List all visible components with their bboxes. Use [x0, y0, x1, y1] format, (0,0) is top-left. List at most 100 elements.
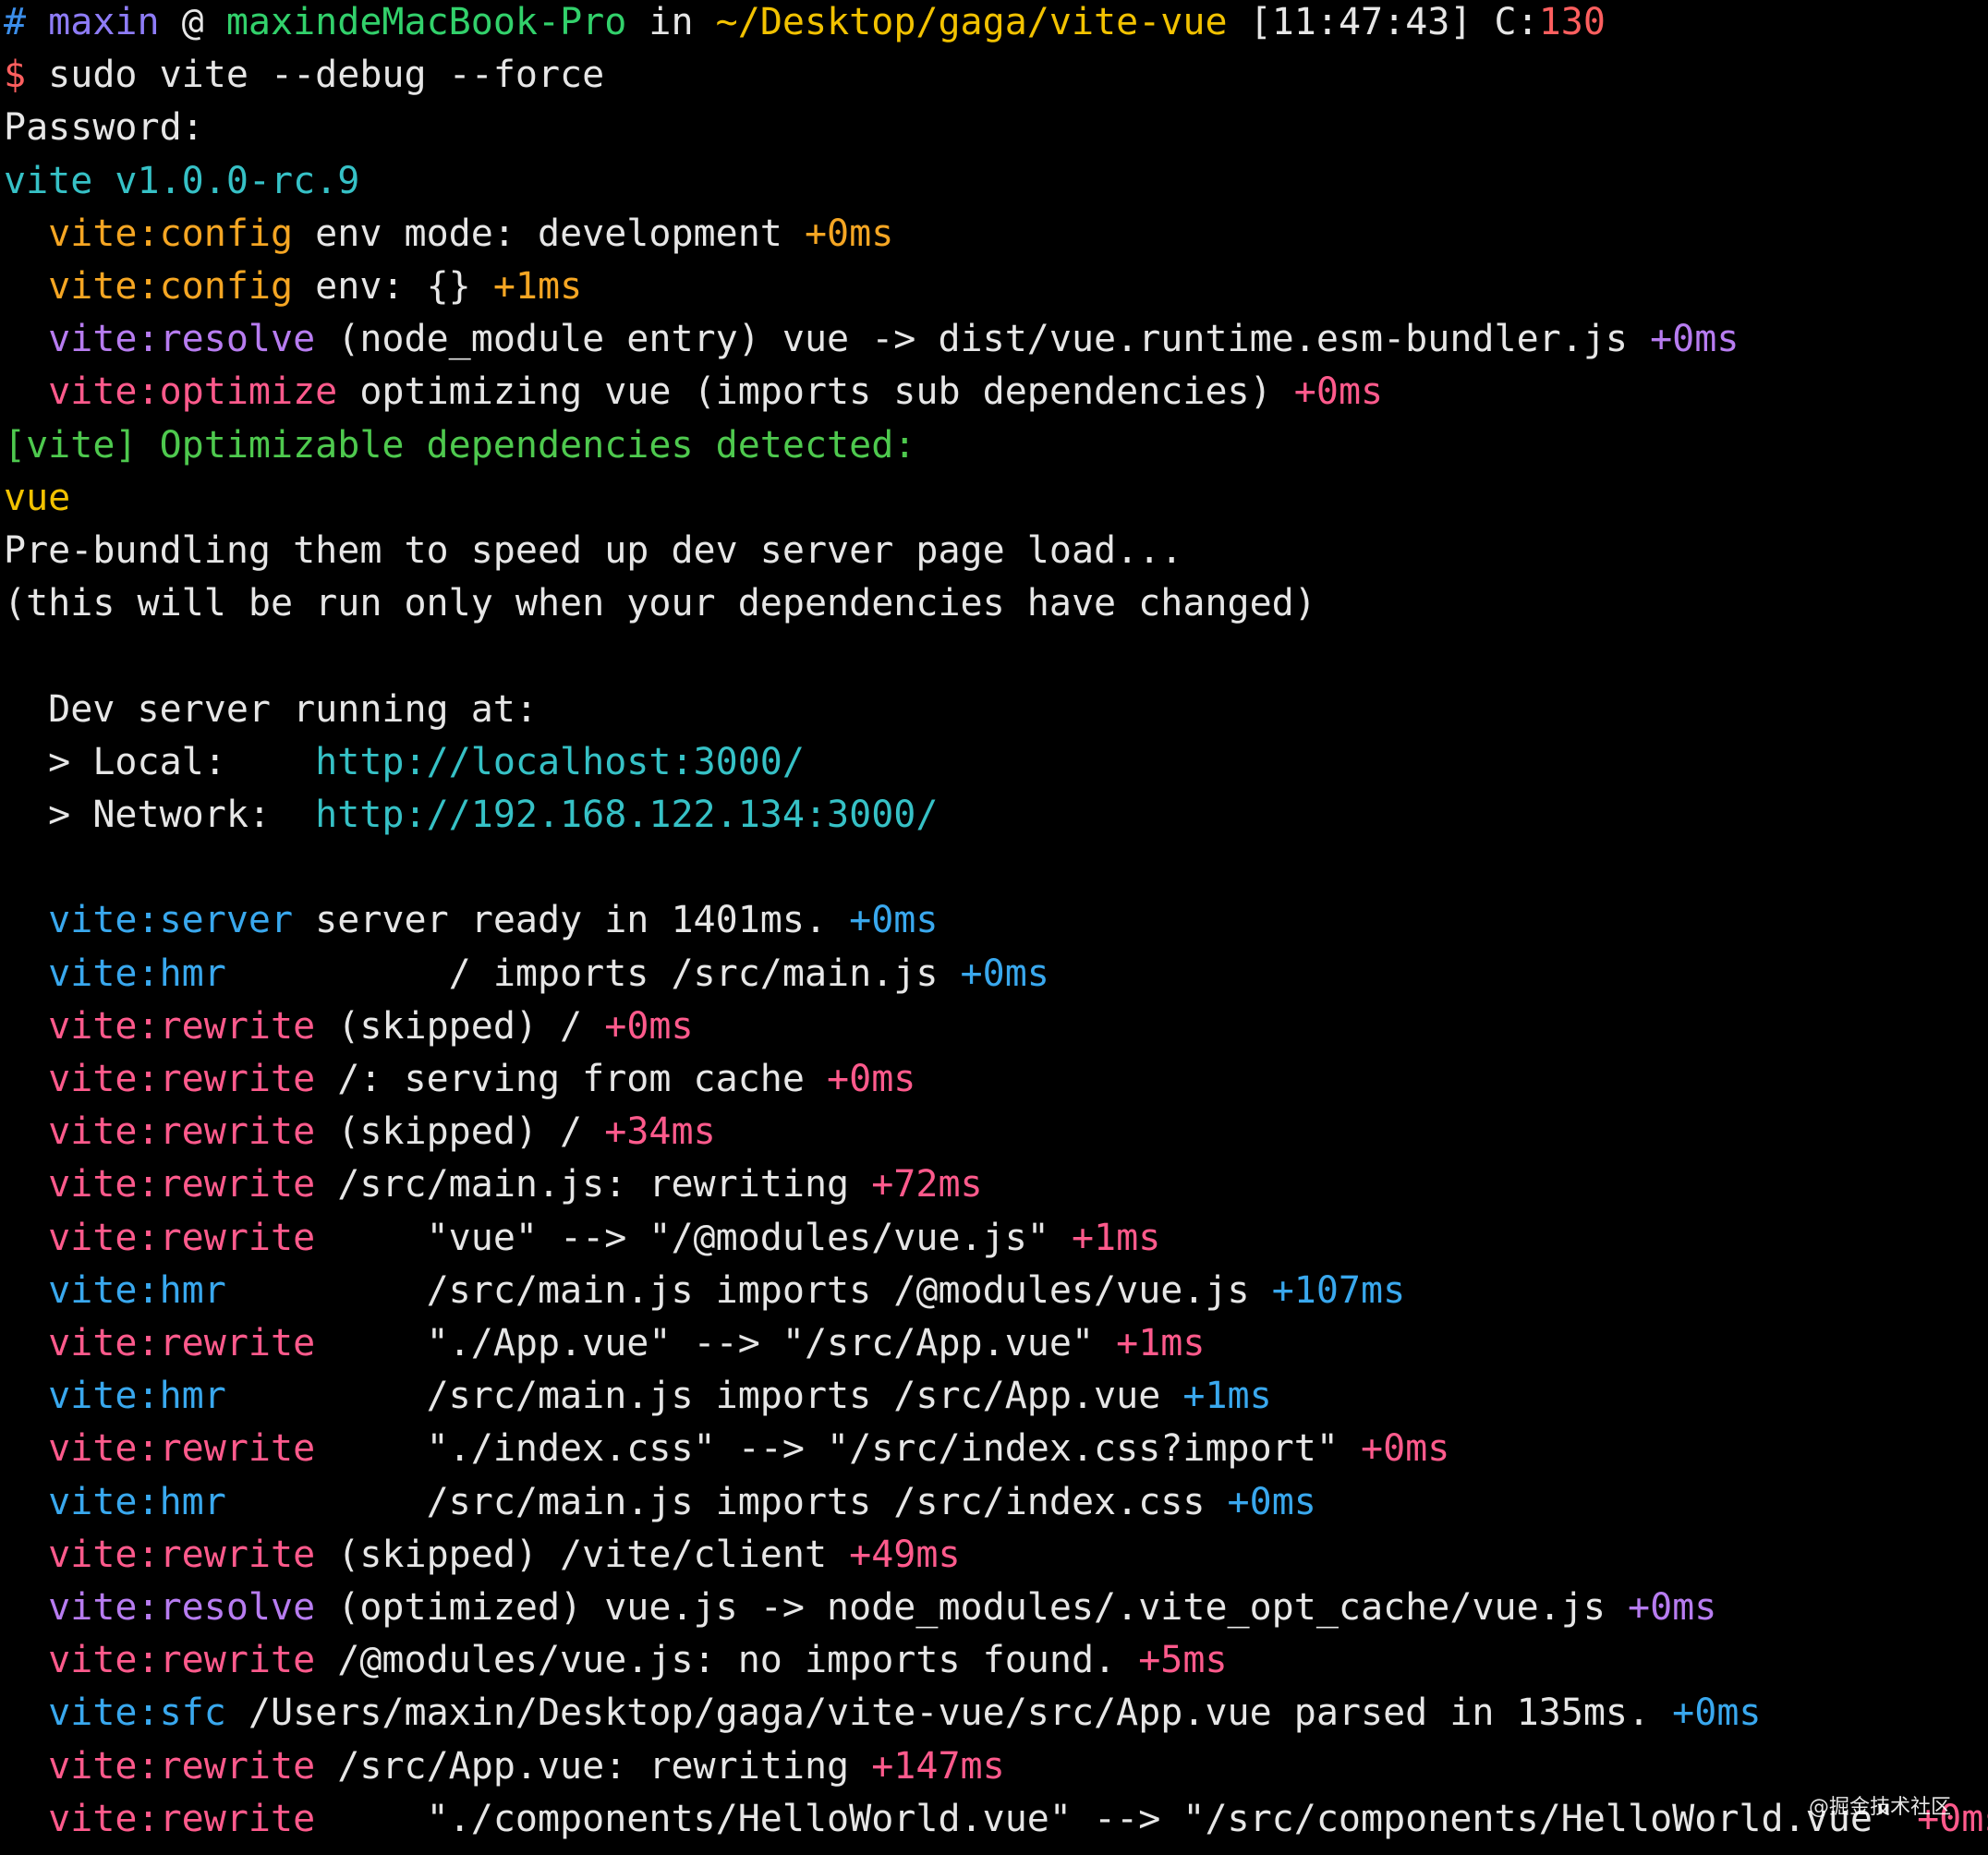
terminal-text: /src/main.js imports /src/App.vue	[225, 1375, 1183, 1418]
terminal-line: vite:rewrite (skipped) / +34ms	[4, 1106, 715, 1158]
terminal-text: +1ms	[1071, 1216, 1161, 1259]
terminal-line: vite:optimize optimizing vue (imports su…	[4, 366, 1383, 418]
terminal-text: "vue" --> "/@modules/vue.js"	[315, 1216, 1072, 1259]
terminal-text: +147ms	[871, 1744, 1005, 1788]
terminal-text: /src/main.js imports /@modules/vue.js	[225, 1268, 1272, 1312]
terminal-text: /Users/maxin/Desktop/gaga/vite-vue/src/A…	[225, 1691, 1673, 1735]
terminal-text: (skipped) /vite/client	[315, 1533, 850, 1576]
terminal-text: +0ms	[804, 212, 894, 255]
terminal-text: / imports /src/main.js	[225, 952, 961, 995]
terminal-text: +1ms	[492, 265, 583, 308]
terminal-text: sudo vite --debug --force	[48, 54, 605, 97]
terminal-text: Dev server running at:	[4, 687, 538, 731]
terminal-text: 130	[1538, 1, 1606, 43]
terminal-text: vite:config	[48, 212, 294, 255]
terminal-text: vite:rewrite	[48, 1427, 316, 1471]
terminal-text: +49ms	[849, 1533, 961, 1576]
terminal-line: vite:rewrite "./index.css" --> "/src/ind…	[4, 1423, 1449, 1475]
terminal-text: http://192.168.122.134:	[315, 794, 828, 836]
terminal-line: $ sudo vite --debug --force	[4, 49, 604, 102]
terminal-text: vite:rewrite	[48, 1163, 316, 1206]
terminal-line: vite:hmr /src/main.js imports /src/App.v…	[4, 1370, 1272, 1423]
terminal-text: +5ms	[1138, 1639, 1228, 1682]
terminal-line: vite:rewrite (skipped) / +0ms	[4, 1000, 694, 1053]
terminal-text: vite:rewrite	[48, 1216, 316, 1259]
terminal-line: Pre-bundling them to speed up dev server…	[4, 525, 1182, 577]
terminal-text: +0ms	[604, 1004, 694, 1048]
terminal-text: ~/Desktop/gaga/vite-vue	[715, 1, 1228, 43]
watermark: @掘金技术社区	[1808, 1796, 1951, 1819]
terminal-text: +0ms	[827, 1058, 916, 1100]
terminal-line: vite:resolve (node_module entry) vue -> …	[4, 313, 1739, 366]
terminal-line: vite:hmr /src/main.js imports /src/index…	[4, 1476, 1316, 1529]
terminal-line: # maxin @ maxindeMacBook-Pro in ~/Deskto…	[4, 0, 1606, 49]
terminal-text: in	[626, 1, 716, 43]
terminal-line: vite:rewrite "vue" --> "/@modules/vue.js…	[4, 1212, 1160, 1265]
terminal-text: +0ms	[1227, 1480, 1316, 1523]
terminal-text: Pre-bundling them to speed up dev server…	[4, 529, 1183, 572]
terminal-text: env: {}	[293, 265, 493, 308]
terminal-text: /@modules/vue.js: no imports found.	[315, 1639, 1139, 1682]
terminal-line: vite:rewrite /: serving from cache +0ms	[4, 1053, 915, 1106]
terminal-text: +0ms	[1361, 1427, 1450, 1471]
terminal-text: vite:rewrite	[48, 1004, 316, 1048]
terminal-line: vite:hmr /src/main.js imports /@modules/…	[4, 1265, 1405, 1317]
terminal-text: [vite] Optimizable dependencies detected…	[4, 423, 916, 467]
terminal-text: $	[4, 54, 49, 97]
terminal-text: vite:hmr	[48, 952, 226, 995]
terminal-text: "./index.css" --> "/src/index.css?import…	[315, 1427, 1362, 1471]
terminal-text: vite:rewrite	[48, 1058, 316, 1100]
terminal-line: > Network: http://192.168.122.134:3000/	[4, 789, 938, 842]
terminal-text: (skipped) /	[315, 1110, 605, 1154]
terminal-line: vite:config env mode: development +0ms	[4, 208, 893, 261]
terminal-text: [11:47:43] C:	[1227, 1, 1539, 43]
terminal-line: vite:rewrite /@modules/vue.js: no import…	[4, 1634, 1228, 1687]
terminal-line: vite:server server ready in 1401ms. +0ms	[4, 894, 938, 947]
terminal-text: vite:rewrite	[48, 1533, 316, 1576]
terminal-text: vite:resolve	[48, 1586, 316, 1629]
terminal-text: +107ms	[1271, 1268, 1406, 1312]
terminal-text: #	[4, 1, 49, 43]
terminal-line: > Local: http://localhost:3000/	[4, 736, 805, 789]
terminal-text: vite:resolve	[48, 318, 316, 361]
terminal-line: vite:config env: {} +1ms	[4, 261, 582, 313]
terminal-text: +0ms	[1650, 318, 1740, 361]
terminal-text: maxin	[48, 1, 160, 43]
terminal-text: maxindeMacBook-Pro	[225, 1, 627, 43]
terminal-text: vite:rewrite	[48, 1639, 316, 1682]
terminal-text: +0ms	[849, 899, 939, 942]
terminal-text: vite:hmr	[48, 1268, 226, 1312]
terminal-line: (this will be run only when your depende…	[4, 577, 1316, 630]
terminal-text: env mode: development	[293, 212, 805, 255]
terminal-line: vite:rewrite "./App.vue" --> "/src/App.v…	[4, 1317, 1205, 1370]
terminal-text: vite:rewrite	[48, 1322, 316, 1364]
terminal-text: +0ms	[1293, 370, 1384, 414]
terminal-text: server ready in 1401ms.	[293, 899, 850, 942]
terminal-text: optimizing vue (imports sub dependencies…	[337, 370, 1294, 414]
terminal-text: http://localhost:	[315, 740, 694, 783]
terminal-text: +0ms	[1628, 1586, 1717, 1629]
terminal-text: +1ms	[1116, 1322, 1206, 1364]
terminal-text: (this will be run only when your depende…	[4, 582, 1316, 625]
terminal-line: vite:rewrite (skipped) /vite/client +49m…	[4, 1529, 961, 1582]
terminal-text: +0ms	[960, 952, 1049, 995]
terminal-text: /src/App.vue: rewriting	[315, 1744, 872, 1788]
terminal-text: /src/main.js imports /src/index.css	[225, 1480, 1228, 1523]
terminal-text: 3000	[827, 794, 916, 836]
terminal-line: vite:rewrite /src/main.js: rewriting +72…	[4, 1158, 982, 1211]
terminal-line: vite:rewrite "./components/HelloWorld.vu…	[4, 1793, 1988, 1846]
